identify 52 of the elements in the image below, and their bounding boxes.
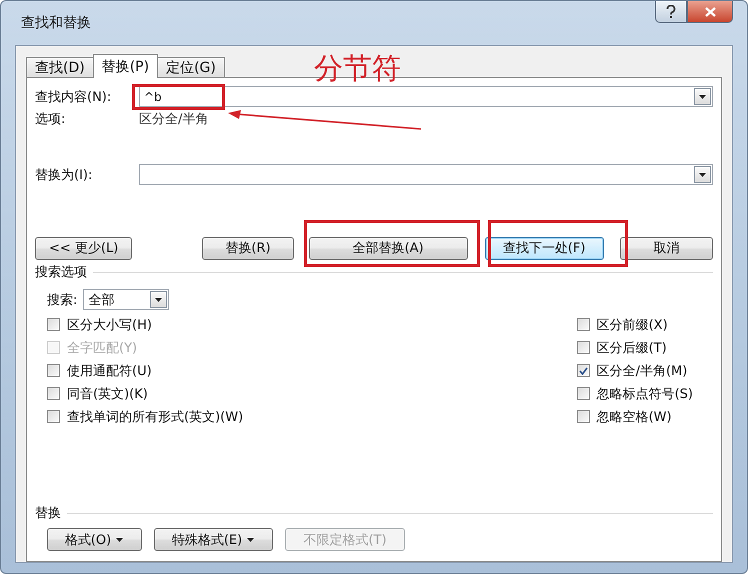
annotation-label: 分节符 xyxy=(314,54,401,83)
checkbox-label: 查找单词的所有形式(英文)(W) xyxy=(67,408,244,426)
tab[interactable]: 定位(G) xyxy=(157,57,225,78)
replace-field[interactable] xyxy=(139,164,713,185)
close-button[interactable] xyxy=(687,1,733,23)
checkbox-label: 区分大小写(H) xyxy=(67,316,152,334)
caret-icon xyxy=(155,298,162,302)
tab[interactable]: 查找(D) xyxy=(26,57,94,78)
checkbox[interactable] xyxy=(576,387,590,400)
checkbox-label: 全字匹配(Y) xyxy=(67,340,138,356)
dropdown-button[interactable] xyxy=(694,166,711,183)
dropdown-button[interactable] xyxy=(150,291,168,308)
format-button[interactable]: 格式(O) xyxy=(47,528,142,551)
checkbox[interactable] xyxy=(576,341,590,354)
field-label: 替换为(I): xyxy=(35,166,94,184)
checkbox-label: 区分全/半角(M) xyxy=(596,362,688,380)
tab[interactable]: 替换(P) xyxy=(92,54,158,78)
checkbox-label: 区分前缀(X) xyxy=(596,316,668,334)
checkbox[interactable] xyxy=(47,364,60,377)
checkbox[interactable] xyxy=(576,410,590,423)
close-icon xyxy=(704,6,716,16)
format-button[interactable]: 特殊格式(E) xyxy=(154,528,273,551)
checkbox[interactable] xyxy=(576,364,590,377)
dialog-button[interactable]: 取消 xyxy=(620,236,713,260)
checkbox[interactable] xyxy=(47,410,60,423)
caret-icon xyxy=(699,94,706,98)
field-label: 查找内容(N): xyxy=(35,88,112,106)
dialog-button[interactable]: 替换(R) xyxy=(202,236,294,260)
options-label: 选项: xyxy=(35,111,66,128)
caret-icon xyxy=(699,172,706,176)
window-title: 查找和替换 xyxy=(20,14,91,32)
dropdown-button[interactable] xyxy=(694,88,711,105)
checkbox[interactable] xyxy=(47,387,60,400)
group-title: 搜索选项 xyxy=(35,264,87,281)
dialog-button[interactable]: 查找下一处(F) xyxy=(484,236,604,260)
group-title: 替换 xyxy=(35,505,61,522)
checkbox-label: 忽略空格(W) xyxy=(596,408,672,426)
search-select[interactable]: 全部 xyxy=(83,289,170,310)
find-field[interactable]: ^b xyxy=(139,86,713,107)
checkbox[interactable] xyxy=(576,318,590,331)
checkbox-label: 使用通配符(U) xyxy=(67,362,152,380)
dialog-button[interactable]: << 更少(L) xyxy=(35,236,132,260)
checkbox-label: 忽略标点符号(S) xyxy=(596,386,693,402)
checkbox-label: 同音(英文)(K) xyxy=(67,386,148,402)
help-button[interactable] xyxy=(655,1,687,23)
checkbox[interactable] xyxy=(47,318,60,331)
help-icon xyxy=(666,5,676,18)
options-value: 区分全/半角 xyxy=(139,111,208,128)
check-icon xyxy=(578,366,588,374)
checkbox-label: 区分后缀(T) xyxy=(596,340,667,356)
dialog-button[interactable]: 全部替换(A) xyxy=(308,236,468,260)
search-label: 搜索: xyxy=(47,292,78,308)
